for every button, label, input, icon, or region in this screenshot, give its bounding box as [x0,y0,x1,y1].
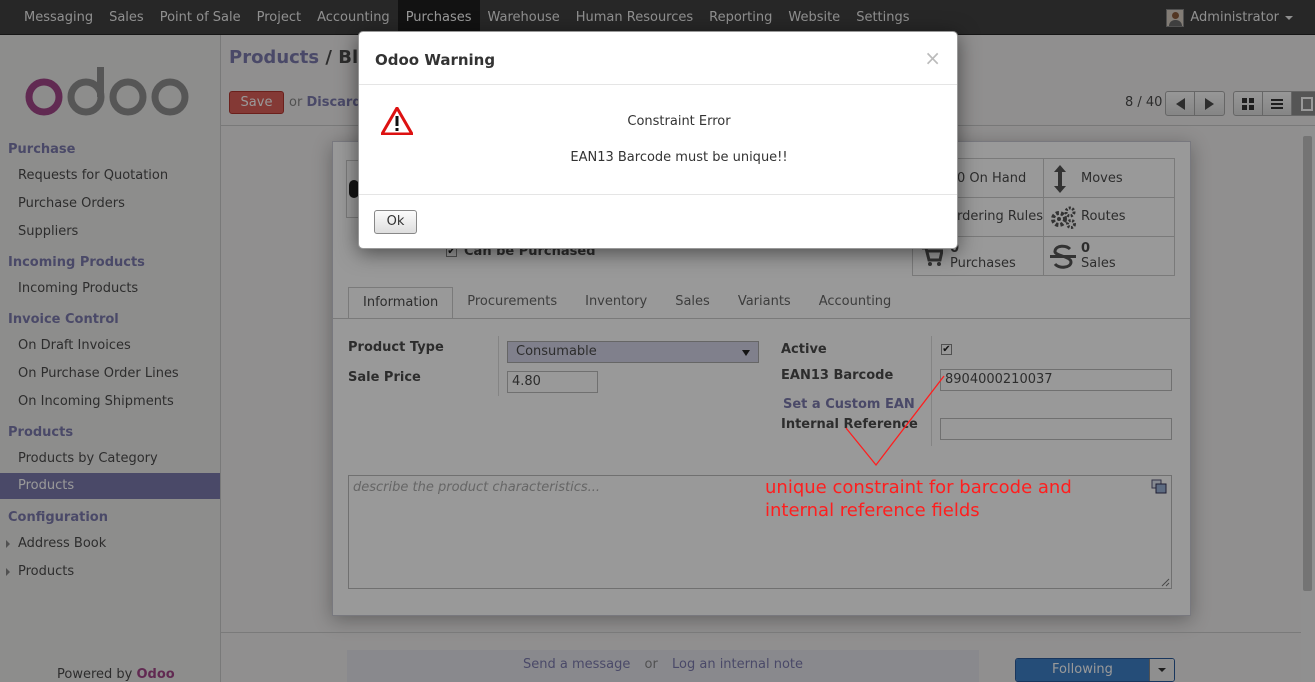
annotation-arrows [845,375,945,467]
annotation-text: unique constraint for barcode and intern… [765,477,1072,521]
